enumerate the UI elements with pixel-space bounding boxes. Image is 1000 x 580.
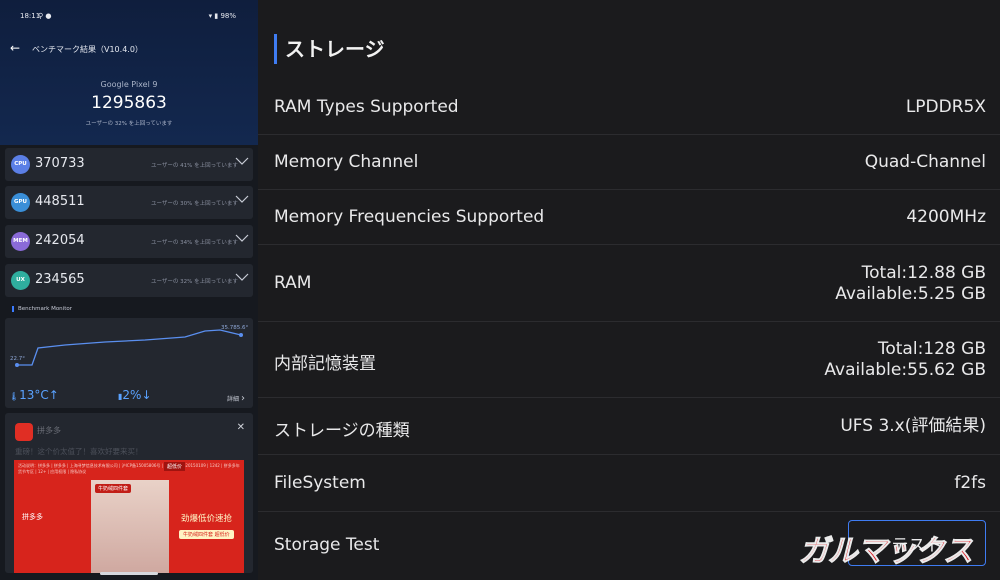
section-title: ストレージ: [285, 37, 385, 61]
cpu-badge-icon: CPU: [11, 155, 30, 174]
spec-row-ram-types-supported: RAM Types Supported LPDDR5X: [258, 80, 1000, 135]
ad-banner[interactable]: 活动说明：拼多多 | 拼多多 | 上海寻梦信息技术有限公司 | 沪ICP备150…: [14, 460, 244, 573]
status-battery: ▾ ▮ 98%: [208, 12, 236, 20]
chevron-right-icon: ›: [240, 393, 245, 404]
spec-value-line1: Total:128 GB: [877, 339, 986, 359]
ad-product-photo: 牛奶绒四件套: [91, 480, 169, 573]
battery-icon: ▮: [214, 12, 219, 20]
advertisement[interactable]: 拼多多 ✕ 重磅！这个价太值了！喜欢好要来买！ 活动说明：拼多多 | 拼多多 |…: [5, 413, 253, 573]
spec-value: UFS 3.x(評価結果): [840, 415, 986, 436]
home-indicator[interactable]: [100, 572, 158, 575]
spec-label: Storage Test: [274, 535, 380, 555]
score-row-cpu[interactable]: CPU 370733 ユーザーの 41% を上回っています: [5, 148, 253, 181]
ad-pdd-logo: 拼多多: [22, 513, 43, 521]
score-value: 448511: [35, 194, 85, 209]
spec-row-row-4: 内部記憶装置 Total:128 GB Available:55.62 GB: [258, 322, 1000, 398]
spec-label: Memory Frequencies Supported: [274, 206, 545, 227]
temp-start-label: 22.7°: [10, 356, 25, 362]
wifi-icon: ▾: [208, 12, 213, 20]
spec-label: ストレージの種類: [274, 420, 410, 441]
spec-label: Memory Channel: [274, 151, 419, 172]
benchmark-title: ベンチマーク結果（V10.4.0）: [32, 45, 143, 54]
temp-end-point: [239, 333, 243, 337]
score-row-gpu[interactable]: GPU 448511 ユーザーの 30% を上回っています: [5, 186, 253, 219]
ad-deal-badge: 超低价: [164, 462, 186, 471]
mem-badge-icon: MEM: [11, 232, 30, 251]
pinduoduo-logo-icon: [15, 423, 33, 441]
score-value: 370733: [35, 156, 85, 171]
device-name: Google Pixel 9: [100, 80, 158, 89]
ad-fineprint: 活动说明：拼多多 | 拼多多 | 上海寻梦信息技术有限公司 | 沪ICP备150…: [18, 463, 240, 474]
spec-value-line1: Total:12.88 GB: [861, 262, 986, 283]
chevron-down-icon[interactable]: [235, 270, 249, 284]
spec-label: RAM Types Supported: [274, 96, 459, 117]
score-percentile: ユーザーの 41% を上回っています: [151, 163, 238, 169]
spec-label: RAM: [274, 272, 312, 293]
total-score: 1295863: [91, 93, 167, 113]
phone-screenshot: 18:11 ⚲ ● ▾ ▮ 98% ← ベンチマーク結果（V10.4.0） Go…: [0, 0, 258, 580]
score-row-mem[interactable]: MEM 242054 ユーザーの 34% を上回っています: [5, 225, 253, 258]
temperature-line: [17, 329, 242, 366]
spec-label: FileSystem: [274, 472, 366, 493]
spec-value: LPDDR5X: [905, 96, 986, 117]
spec-value-line2: Available:5.25 GB: [835, 283, 986, 304]
score-percentile: ユーザーの 32% を上回っています: [151, 279, 238, 285]
temp-end-label: 35.785.6°: [221, 325, 248, 331]
back-arrow-icon[interactable]: ←: [10, 41, 20, 55]
chevron-down-icon[interactable]: [235, 192, 249, 206]
chevron-down-icon[interactable]: [235, 154, 249, 168]
spec-row-filesystem: FileSystem f2fs: [258, 455, 1000, 512]
temp-start-point: [15, 363, 19, 367]
temperature-rise: 🌡13°C↑: [9, 388, 59, 402]
storage-panel: ストレージ RAM Types Supported LPDDR5X Memory C…: [258, 0, 1000, 580]
close-icon[interactable]: ✕: [237, 422, 245, 433]
ux-badge-icon: UX: [11, 271, 30, 290]
benchmark-header: 18:11 ⚲ ● ▾ ▮ 98% ← ベンチマーク結果（V10.4.0） Go…: [0, 0, 258, 145]
status-icons: ⚲ ●: [38, 12, 52, 20]
spec-value: Quad-Channel: [864, 151, 986, 172]
score-value: 234565: [35, 272, 85, 287]
battery-drop: ▮2%↓: [118, 388, 152, 402]
score-percentile: ユーザーの 30% を上回っています: [151, 201, 238, 207]
spec-value: f2fs: [954, 472, 986, 493]
spec-row-memory-frequencies-supported: Memory Frequencies Supported 4200MHz: [258, 190, 1000, 245]
score-value: 242054: [35, 233, 85, 248]
spec-row-row-5: ストレージの種類 UFS 3.x(評価結果): [258, 398, 1000, 455]
spec-row-memory-channel: Memory Channel Quad-Channel: [258, 135, 1000, 190]
monitor-details-link[interactable]: 詳細 ›: [227, 393, 245, 404]
ad-photo-tag: 牛奶绒四件套: [95, 484, 132, 493]
spec-value: Total:128 GB Available:55.62 GB: [824, 339, 986, 381]
ad-brand: 拼多多: [37, 426, 61, 435]
score-percentile: ユーザーの 34% を上回っています: [151, 240, 238, 246]
section-accent-bar: [274, 34, 277, 64]
thermometer-icon: 🌡: [9, 392, 20, 401]
spec-row-ram: RAM Total:12.88 GB Available:5.25 GB: [258, 245, 1000, 322]
gpu-badge-icon: GPU: [11, 193, 30, 212]
score-row-ux[interactable]: UX 234565 ユーザーの 32% を上回っています: [5, 264, 253, 297]
spec-value: Total:12.88 GB Available:5.25 GB: [835, 263, 986, 305]
ad-promo-headline: 劲爆低价速抢: [181, 514, 233, 524]
chevron-down-icon[interactable]: [235, 231, 249, 245]
spec-value: 4200MHz: [906, 206, 986, 227]
ad-promo-tag: 牛奶绒四件套 超低价: [179, 530, 234, 539]
spec-value-line2: Available:55.62 GB: [824, 360, 986, 380]
monitor-label: Benchmark Monitor: [12, 306, 72, 312]
watermark-logo: ガルマックス: [798, 534, 973, 570]
ad-headline: 重磅！这个价太值了！喜欢好要来买！: [15, 447, 143, 456]
spec-label: 内部記憶装置: [274, 354, 376, 374]
total-score-percentile: ユーザーの 32% を上回っています: [85, 121, 173, 127]
